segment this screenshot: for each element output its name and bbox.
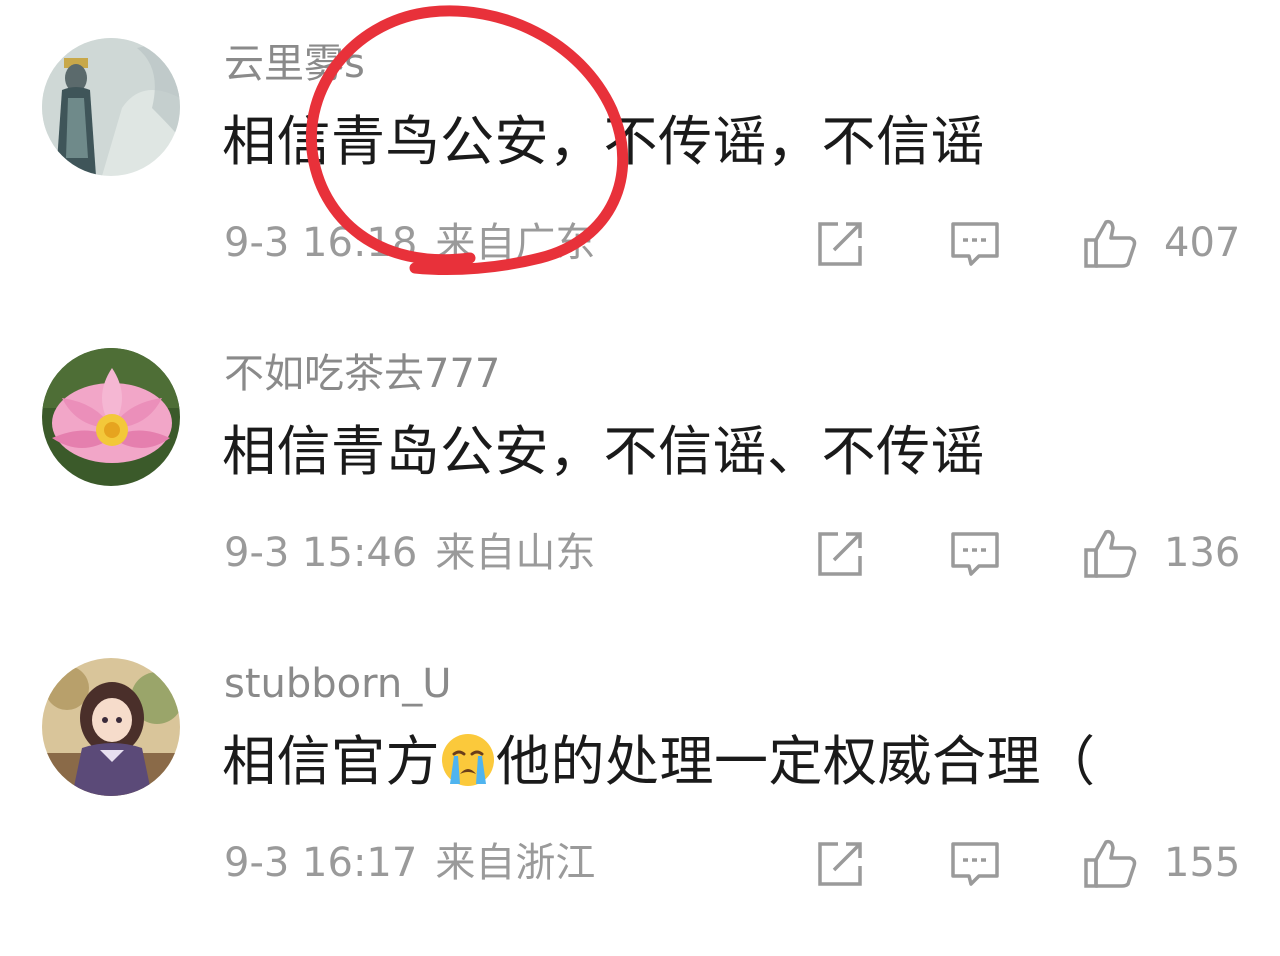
comment-meta: 9-3 16:17 来自浙江 — [224, 838, 595, 888]
comment-time: 9-3 16:18 — [224, 220, 418, 266]
anime-girl-avatar-icon — [42, 658, 180, 796]
comment-time: 9-3 16:17 — [224, 840, 418, 886]
like-count: 155 — [1164, 840, 1241, 886]
username[interactable]: 云里雾s — [224, 40, 365, 88]
comment-item: stubborn_U 相信官方 他的处理一定权威合理（ 9-3 16:17 来自浙… — [0, 620, 1280, 920]
statue-avatar-icon — [42, 38, 180, 176]
thumbs-up-icon — [1084, 839, 1137, 888]
thumbs-up-icon — [1084, 529, 1137, 578]
comment-text: 相信官方 他的处理一定权威合理（ — [222, 730, 1096, 794]
comment-list: 云里雾s 相信青鸟公安，不传谣，不信谣 9-3 16:18 来自广东 407 不… — [0, 0, 1280, 956]
like-count: 136 — [1164, 530, 1241, 576]
reply-button[interactable] — [947, 216, 1003, 272]
comment-text-after: 他的处理一定权威合理（ — [496, 730, 1096, 793]
comment-text: 相信青鸟公安，不传谣，不信谣 — [222, 110, 985, 173]
comment-item: 云里雾s 相信青鸟公安，不传谣，不信谣 9-3 16:18 来自广东 407 — [0, 0, 1280, 300]
comment-text: 相信青岛公安，不信谣、不传谣 — [222, 420, 985, 483]
comment-time: 9-3 15:46 — [224, 530, 418, 576]
comment-location: 来自浙江 — [435, 840, 596, 886]
like-button[interactable] — [1082, 216, 1138, 272]
avatar[interactable] — [42, 38, 180, 176]
share-icon — [818, 532, 862, 576]
thumbs-up-icon — [1084, 219, 1137, 268]
reply-button[interactable] — [947, 836, 1003, 892]
share-button[interactable] — [812, 836, 868, 892]
share-button[interactable] — [812, 526, 868, 582]
comment-icon — [951, 532, 999, 576]
username[interactable]: 不如吃茶去777 — [224, 350, 500, 398]
like-button[interactable] — [1082, 836, 1138, 892]
share-icon — [818, 222, 862, 266]
comment-location: 来自山东 — [435, 530, 596, 576]
avatar[interactable] — [42, 658, 180, 796]
comment-icon — [951, 842, 999, 886]
comment-location: 来自广东 — [435, 220, 596, 266]
comment-meta: 9-3 16:18 来自广东 — [224, 218, 595, 268]
like-count: 407 — [1164, 220, 1241, 266]
comment-item: 不如吃茶去777 相信青岛公安，不信谣、不传谣 9-3 15:46 来自山东 13… — [0, 310, 1280, 610]
avatar[interactable] — [42, 348, 180, 486]
username[interactable]: stubborn_U — [224, 660, 452, 708]
lotus-avatar-icon — [42, 348, 180, 486]
comment-text-before: 相信官方 — [222, 730, 440, 793]
share-icon — [818, 842, 862, 886]
comment-meta: 9-3 15:46 来自山东 — [224, 528, 595, 578]
reply-button[interactable] — [947, 526, 1003, 582]
comment-icon — [951, 222, 999, 266]
share-button[interactable] — [812, 216, 868, 272]
like-button[interactable] — [1082, 526, 1138, 582]
crying-face-emoji-icon — [442, 734, 494, 786]
